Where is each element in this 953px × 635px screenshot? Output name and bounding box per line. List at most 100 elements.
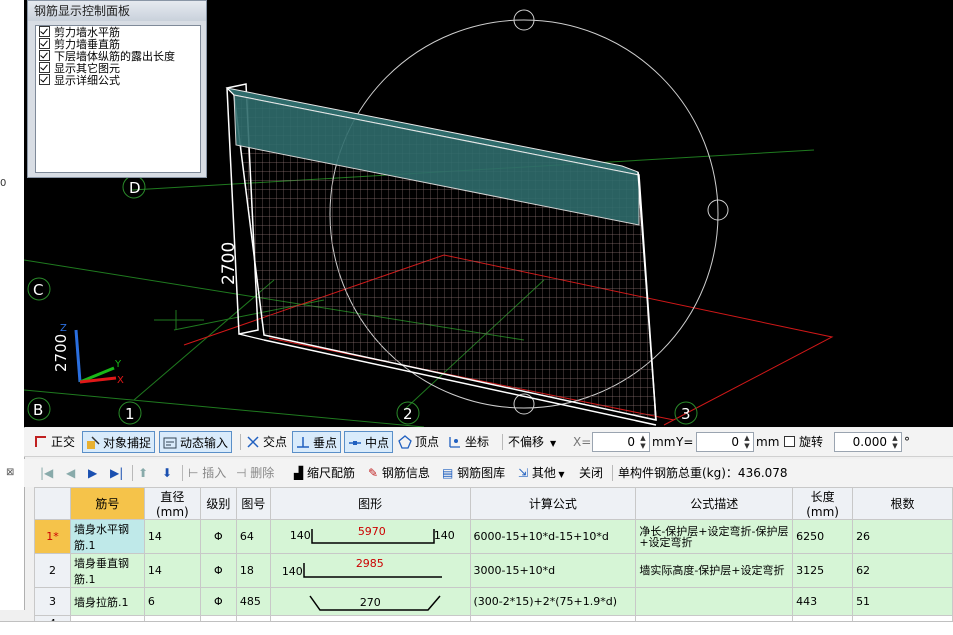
ortho-button[interactable]: 正交 xyxy=(34,431,75,453)
chevron-down-icon: ▼ xyxy=(555,470,565,479)
cell-rebar-name[interactable]: 墙身垂直钢筋.1 xyxy=(69,553,145,588)
delete-button[interactable]: ⊣ 删除 xyxy=(236,464,274,482)
chevron-down-icon: ▼ xyxy=(550,439,557,448)
checkbox-icon[interactable] xyxy=(39,74,50,85)
checkbox-icon[interactable] xyxy=(784,436,795,447)
cell-rebar-name[interactable]: 墙身水平钢筋.1 xyxy=(69,519,145,554)
header-rebar-no[interactable]: 筋号 xyxy=(69,487,145,520)
ortho-icon xyxy=(35,436,46,447)
cell-length[interactable]: 443 xyxy=(792,587,854,616)
option-show-other-elements[interactable]: 显示其它图元 xyxy=(36,62,200,75)
rebar-display-control-panel[interactable]: 钢筋显示控制面板 剪力墙水平筋 剪力墙垂直筋 下层墙体纵筋的露出长度 显示其它图… xyxy=(27,0,207,178)
cell-count[interactable]: 62 xyxy=(852,553,953,588)
spin-arrows-icon: ▲ ▼ xyxy=(744,434,750,450)
checkbox-icon[interactable] xyxy=(39,50,50,61)
coordinate-button[interactable]: 坐标 xyxy=(448,431,489,453)
other-icon: ⇲ xyxy=(518,466,532,480)
cell-formula[interactable]: (300-2*15)+2*(75+1.9*d) xyxy=(469,587,637,616)
rebar-table-toolbar: ⊠ |◀ ◀ ▶ ▶| ⬆ ⬇ ⊢ 插入 ⊣ 删除 ▟ 缩尺配筋 ✎ 钢筋信息 … xyxy=(6,459,953,487)
perpendicular-button[interactable]: 垂点 xyxy=(292,431,342,453)
vertex-icon xyxy=(398,435,412,449)
y-coordinate-input[interactable]: 0 ▲ ▼ xyxy=(696,432,754,452)
cell-diameter[interactable]: 14 xyxy=(143,519,201,554)
cell-formula-desc[interactable]: 净长-保护层+设定弯折-保护层+设定弯折 xyxy=(635,519,794,554)
cell-figure-no[interactable]: 485 xyxy=(235,587,271,616)
cell-length[interactable]: 6250 xyxy=(792,519,854,554)
scale-rebar-button[interactable]: ▟ 缩尺配筋 xyxy=(294,464,355,482)
move-up-icon[interactable]: ⬆ xyxy=(138,464,148,482)
checkbox-icon[interactable] xyxy=(39,26,50,37)
cell-formula[interactable]: 3000-15+10*d xyxy=(469,553,637,588)
prev-record-icon[interactable]: ◀ xyxy=(66,464,75,482)
option-vertical-rebar[interactable]: 剪力墙垂直筋 xyxy=(36,38,200,51)
table-row[interactable]: 2 墙身垂直钢筋.1 14 Φ 18 140 2985 3000-15+10*d… xyxy=(34,553,953,588)
rotate-checkbox[interactable]: 旋转 xyxy=(784,431,823,453)
x-coordinate-input[interactable]: 0 ▲ ▼ xyxy=(592,432,650,452)
checkbox-icon[interactable] xyxy=(39,38,50,49)
header-shape[interactable]: 图形 xyxy=(269,487,471,520)
spin-arrows-icon: ▲ ▼ xyxy=(892,434,898,450)
next-record-icon[interactable]: ▶ xyxy=(88,464,97,482)
cell-formula-desc[interactable]: 墙实际高度-保护层+设定弯折 xyxy=(635,553,794,588)
cell-diameter[interactable]: 6 xyxy=(143,587,201,616)
header-formula-desc[interactable]: 公式描述 xyxy=(635,487,794,520)
cell-rebar-name[interactable]: 墙身拉筋.1 xyxy=(69,587,145,616)
cell-figure-no[interactable]: 18 xyxy=(235,553,271,588)
row-number[interactable]: 1* xyxy=(34,519,71,554)
x-unit: mm xyxy=(652,435,676,449)
row-number[interactable]: 2 xyxy=(34,553,71,588)
cell-shape[interactable]: 140 5970 140 xyxy=(269,519,471,554)
spin-arrows-icon: ▲ ▼ xyxy=(640,434,646,450)
bottom-scroll-strip[interactable] xyxy=(0,621,953,635)
row-number[interactable]: 3 xyxy=(34,587,71,616)
cell-grade[interactable]: Φ xyxy=(199,553,237,588)
offset-dropdown[interactable]: 不偏移 ▼ xyxy=(508,431,566,453)
axis-x: X xyxy=(117,375,124,386)
snap-icon xyxy=(87,436,100,449)
left-mark: 0 xyxy=(0,178,7,189)
object-snap-button[interactable]: 对象捕捉 xyxy=(82,431,156,453)
header-diameter[interactable]: 直径(mm) xyxy=(143,487,201,520)
midpoint-button[interactable]: 中点 xyxy=(344,431,394,453)
degree-unit: ° xyxy=(904,435,910,449)
checkbox-icon[interactable] xyxy=(39,62,50,73)
header-grade[interactable]: 级别 xyxy=(199,487,237,520)
cell-length[interactable]: 3125 xyxy=(792,553,854,588)
cell-count[interactable]: 26 xyxy=(852,519,953,554)
first-record-icon[interactable]: |◀ xyxy=(40,464,53,482)
close-icon[interactable]: ⊠ xyxy=(6,464,14,482)
option-horizontal-rebar[interactable]: 剪力墙水平筋 xyxy=(36,26,200,39)
dynamic-input-button[interactable]: 动态输入 xyxy=(159,431,233,453)
cell-formula-desc[interactable] xyxy=(635,587,794,616)
cell-formula[interactable]: 6000-15+10*d-15+10*d xyxy=(469,519,637,554)
cell-shape[interactable]: 270 xyxy=(269,587,471,616)
insert-button[interactable]: ⊢ 插入 xyxy=(188,464,226,482)
cell-shape[interactable]: 140 2985 xyxy=(269,553,471,588)
rebar-library-button[interactable]: ▤ 钢筋图库 xyxy=(442,464,505,482)
move-down-icon[interactable]: ⬇ xyxy=(162,464,172,482)
cell-figure-no[interactable]: 64 xyxy=(235,519,271,554)
last-record-icon[interactable]: ▶| xyxy=(110,464,123,482)
header-figure-no[interactable]: 图号 xyxy=(235,487,271,520)
wall-body xyxy=(225,83,657,426)
coordinate-icon xyxy=(449,437,460,448)
other-dropdown-button[interactable]: ⇲ 其他 ▼ xyxy=(518,464,565,482)
cell-count[interactable]: 51 xyxy=(852,587,953,616)
cell-grade[interactable]: Φ xyxy=(199,587,237,616)
header-count[interactable]: 根数 xyxy=(852,487,953,520)
vertex-button[interactable]: 顶点 xyxy=(398,431,439,453)
close-button[interactable]: 关闭 xyxy=(579,464,603,482)
header-length[interactable]: 长度(mm) xyxy=(792,487,854,520)
option-show-detailed-formula[interactable]: 显示详细公式 xyxy=(36,74,200,87)
option-exposed-length[interactable]: 下层墙体纵筋的露出长度 xyxy=(36,50,200,63)
intersection-button[interactable]: 交点 xyxy=(246,431,287,453)
cell-grade[interactable]: Φ xyxy=(199,519,237,554)
midpoint-icon xyxy=(349,441,361,445)
rotate-angle-input[interactable]: 0.000 ▲ ▼ xyxy=(834,432,902,452)
table-row[interactable]: 1* 墙身水平钢筋.1 14 Φ 64 140 5970 140 6000-15… xyxy=(34,519,953,554)
panel-title: 钢筋显示控制面板 xyxy=(28,1,206,21)
rebar-info-button[interactable]: ✎ 钢筋信息 xyxy=(368,464,430,482)
cell-diameter[interactable]: 14 xyxy=(143,553,201,588)
header-formula[interactable]: 计算公式 xyxy=(469,487,637,520)
table-row[interactable]: 3 墙身拉筋.1 6 Φ 485 270 (300-2*15)+2*(75+1.… xyxy=(34,587,953,616)
